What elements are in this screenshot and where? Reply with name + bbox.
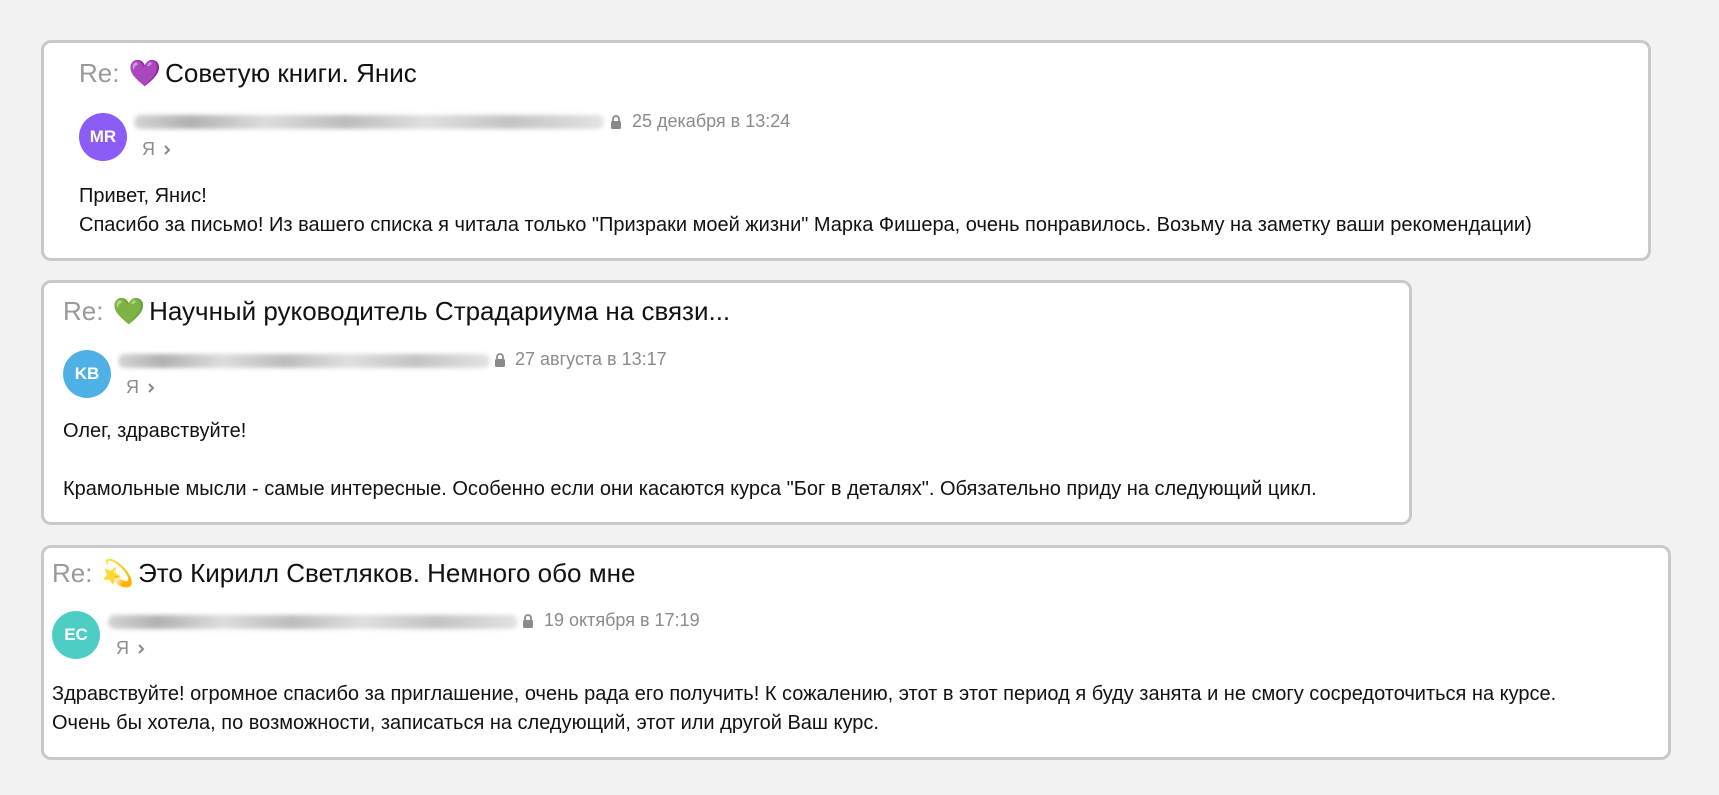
subject-text: Это Кирилл Светляков. Немного обо мне: [138, 558, 636, 588]
lock-icon: [611, 115, 621, 129]
sender-address-redacted: [134, 115, 604, 129]
recipient-toggle[interactable]: Я: [116, 638, 145, 659]
email-body: Здравствуйте! огромное спасибо за пригла…: [52, 680, 1556, 738]
recipient-label: Я: [116, 638, 129, 658]
body-line: Крамольные мысли - самые интересные. Осо…: [63, 478, 1317, 500]
body-line: Здравствуйте! огромное спасибо за пригла…: [52, 683, 1557, 705]
subject-text: Научный руководитель Страдариума на связ…: [149, 296, 731, 326]
lock-icon: [495, 353, 505, 367]
body-line: Привет, Янис!: [79, 185, 207, 207]
recipient-toggle[interactable]: Я: [142, 139, 171, 160]
body-line: Очень бы хотела, по возможности, записат…: [52, 712, 879, 734]
body-line: Олег, здравствуйте!: [63, 420, 247, 442]
lock-icon: [523, 614, 533, 628]
subject-text: Советую книги. Янис: [165, 58, 417, 88]
email-card[interactable]: Re: 💚 Научный руководитель Страдариума на…: [41, 280, 1412, 525]
email-body: Привет, Янис! Спасибо за письмо! Из ваше…: [79, 182, 1532, 240]
email-date: 27 августа в 13:17: [515, 349, 667, 369]
email-body: Олег, здравствуйте! Крамольные мысли - с…: [63, 417, 1317, 504]
sender-address-redacted: [118, 354, 490, 368]
email-card[interactable]: Re: 💫 Это Кирилл Светляков. Немного обо м…: [41, 545, 1671, 760]
email-card[interactable]: Re: 💜 Советую книги. Янис MR 25 декабря в…: [41, 40, 1651, 261]
chevron-right-icon: [138, 643, 145, 654]
purple-heart-icon: 💜: [128, 58, 162, 88]
recipient-label: Я: [142, 139, 155, 159]
chevron-right-icon: [164, 144, 171, 155]
recipient-label: Я: [126, 377, 139, 397]
dizzy-star-icon: 💫: [101, 558, 135, 588]
avatar[interactable]: EC: [52, 611, 100, 659]
green-heart-icon: 💚: [112, 296, 146, 326]
email-subject[interactable]: Re: 💚 Научный руководитель Страдариума на…: [63, 295, 730, 327]
re-prefix: Re:: [79, 58, 120, 88]
re-prefix: Re:: [52, 558, 93, 588]
re-prefix: Re:: [63, 296, 104, 326]
chevron-right-icon: [148, 382, 155, 393]
body-line: [63, 446, 1317, 475]
recipient-toggle[interactable]: Я: [126, 377, 155, 398]
email-subject[interactable]: Re: 💜 Советую книги. Янис: [79, 57, 417, 89]
sender-address-redacted: [108, 615, 518, 629]
avatar[interactable]: KB: [63, 350, 111, 398]
body-line: Спасибо за письмо! Из вашего списка я чи…: [79, 214, 1532, 236]
avatar[interactable]: MR: [79, 113, 127, 161]
email-date: 19 октября в 17:19: [544, 610, 700, 630]
email-date: 25 декабря в 13:24: [632, 111, 791, 131]
email-subject[interactable]: Re: 💫 Это Кирилл Светляков. Немного обо м…: [52, 557, 635, 589]
